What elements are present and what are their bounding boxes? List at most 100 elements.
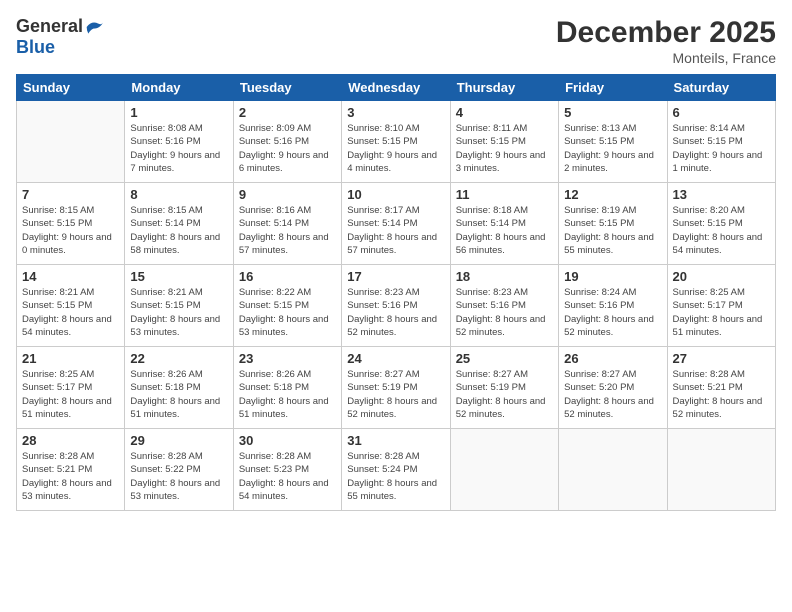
daylight-text: Daylight: 8 hours and 55 minutes. [564, 232, 654, 256]
sunset-text: Sunset: 5:16 PM [347, 300, 417, 311]
header: General Blue December 2025 Monteils, Fra… [16, 16, 776, 66]
table-row: 12Sunrise: 8:19 AMSunset: 5:15 PMDayligh… [559, 183, 667, 265]
day-info: Sunrise: 8:28 AMSunset: 5:24 PMDaylight:… [347, 450, 444, 503]
sunrise-text: Sunrise: 8:18 AM [456, 205, 528, 216]
table-row: 8 Sunrise: 8:15 AM Sunset: 5:14 PM Daylight… [125, 183, 233, 265]
day-info: Sunrise: 8:15 AM Sunset: 5:14 PM Daylight:… [130, 204, 227, 257]
day-number: 20 [673, 269, 770, 284]
col-thursday: Thursday [450, 75, 558, 101]
sunset-text: Sunset: 5:24 PM [347, 464, 417, 475]
day-info: Sunrise: 8:21 AMSunset: 5:15 PMDaylight:… [22, 286, 119, 339]
day-info: Sunrise: 8:19 AMSunset: 5:15 PMDaylight:… [564, 204, 661, 257]
sunrise-text: Sunrise: 8:25 AM [22, 369, 94, 380]
sunset-text: Sunset: 5:18 PM [239, 382, 309, 393]
day-number: 6 [673, 105, 770, 120]
col-wednesday: Wednesday [342, 75, 450, 101]
sunrise-text: Sunrise: 8:28 AM [239, 451, 311, 462]
sunrise-text: Sunrise: 8:17 AM [347, 205, 419, 216]
day-number: 25 [456, 351, 553, 366]
sunset-text: Sunset: 5:19 PM [456, 382, 526, 393]
day-number: 7 [22, 187, 119, 202]
sunset-text: Sunset: 5:16 PM [564, 300, 634, 311]
day-info: Sunrise: 8:25 AMSunset: 5:17 PMDaylight:… [22, 368, 119, 421]
title-section: December 2025 Monteils, France [556, 16, 776, 66]
table-row: 21Sunrise: 8:25 AMSunset: 5:17 PMDayligh… [17, 347, 125, 429]
sunrise-text: Sunrise: 8:25 AM [673, 287, 745, 298]
sunset-text: Sunset: 5:14 PM [347, 218, 417, 229]
sunset-text: Sunset: 5:14 PM [130, 218, 200, 229]
day-info: Sunrise: 8:28 AMSunset: 5:22 PMDaylight:… [130, 450, 227, 503]
daylight-text: Daylight: 8 hours and 54 minutes. [239, 478, 329, 502]
table-row: 14Sunrise: 8:21 AMSunset: 5:15 PMDayligh… [17, 265, 125, 347]
sunrise-text: Sunrise: 8:26 AM [239, 369, 311, 380]
table-row: 29 Sunrise: 8:28 AMSunset: 5:22 PMDayligh… [125, 429, 233, 511]
sunset-text: Sunset: 5:23 PM [239, 464, 309, 475]
sunrise-text: Sunrise: 8:28 AM [22, 451, 94, 462]
sunset-text: Sunset: 5:15 PM [673, 136, 743, 147]
day-info: Sunrise: 8:20 AMSunset: 5:15 PMDaylight:… [673, 204, 770, 257]
sunrise-text: Sunrise: 8:27 AM [564, 369, 636, 380]
day-info: Sunrise: 8:27 AMSunset: 5:19 PMDaylight:… [456, 368, 553, 421]
day-number: 23 [239, 351, 336, 366]
sunset-text: Sunset: 5:19 PM [347, 382, 417, 393]
table-row: 9Sunrise: 8:16 AMSunset: 5:14 PMDaylight… [233, 183, 341, 265]
sunrise-text: Sunrise: 8:19 AM [564, 205, 636, 216]
table-row: 5Sunrise: 8:13 AMSunset: 5:15 PMDaylight… [559, 101, 667, 183]
daylight-text: Daylight: 8 hours and 52 minutes. [347, 314, 437, 338]
day-number: 5 [564, 105, 661, 120]
sunrise-text: Sunrise: 8:20 AM [673, 205, 745, 216]
day-number: 22 [130, 351, 227, 366]
sunrise-text: Sunrise: 8:11 AM [456, 123, 528, 134]
sunrise-text: Sunrise: 8:10 AM [347, 123, 419, 134]
daylight-text: Daylight: 8 hours and 57 minutes. [239, 232, 329, 256]
day-info: Sunrise: 8:27 AMSunset: 5:20 PMDaylight:… [564, 368, 661, 421]
table-row: 4Sunrise: 8:11 AMSunset: 5:15 PMDaylight… [450, 101, 558, 183]
day-number: 2 [239, 105, 336, 120]
table-row: 7 Sunrise: 8:15 AMSunset: 5:15 PMDaylight… [17, 183, 125, 265]
table-row: 6Sunrise: 8:14 AMSunset: 5:15 PMDaylight… [667, 101, 775, 183]
day-info: Sunrise: 8:17 AMSunset: 5:14 PMDaylight:… [347, 204, 444, 257]
day-info: Sunrise: 8:25 AMSunset: 5:17 PMDaylight:… [673, 286, 770, 339]
day-info: Sunrise: 8:24 AMSunset: 5:16 PMDaylight:… [564, 286, 661, 339]
day-number: 26 [564, 351, 661, 366]
daylight-text: Daylight: 9 hours and 3 minutes. [456, 150, 546, 174]
day-info: Sunrise: 8:18 AMSunset: 5:14 PMDaylight:… [456, 204, 553, 257]
calendar-header-row: Sunday Monday Tuesday Wednesday Thursday… [17, 75, 776, 101]
daylight-text: Daylight: 8 hours and 53 minutes. [239, 314, 329, 338]
day-info: Sunrise: 8:15 AMSunset: 5:15 PMDaylight:… [22, 204, 119, 257]
daylight-text: Daylight: 8 hours and 51 minutes. [22, 396, 112, 420]
daylight-text: Daylight: 8 hours and 53 minutes. [22, 478, 112, 502]
day-number: 13 [673, 187, 770, 202]
day-number: 9 [239, 187, 336, 202]
daylight-text: Daylight: 8 hours and 58 minutes. [130, 232, 220, 256]
week-row-4: 21Sunrise: 8:25 AMSunset: 5:17 PMDayligh… [17, 347, 776, 429]
daylight-text: Daylight: 8 hours and 52 minutes. [347, 396, 437, 420]
table-row: 31Sunrise: 8:28 AMSunset: 5:24 PMDayligh… [342, 429, 450, 511]
day-info: Sunrise: 8:22 AMSunset: 5:15 PMDaylight:… [239, 286, 336, 339]
day-number: 8 [130, 187, 227, 202]
sunrise-text: Sunrise: 8:28 AM [673, 369, 745, 380]
sunrise-text: Sunrise: 8:15 AM [130, 205, 202, 216]
sunset-text: Sunset: 5:14 PM [239, 218, 309, 229]
sunset-text: Sunset: 5:15 PM [456, 136, 526, 147]
sunrise-text: Sunrise: 8:27 AM [347, 369, 419, 380]
table-row: 3Sunrise: 8:10 AMSunset: 5:15 PMDaylight… [342, 101, 450, 183]
daylight-text: Daylight: 8 hours and 52 minutes. [456, 314, 546, 338]
day-number: 11 [456, 187, 553, 202]
col-saturday: Saturday [667, 75, 775, 101]
day-info: Sunrise: 8:28 AMSunset: 5:21 PMDaylight:… [22, 450, 119, 503]
sunrise-text: Sunrise: 8:24 AM [564, 287, 636, 298]
week-row-2: 7 Sunrise: 8:15 AMSunset: 5:15 PMDaylight… [17, 183, 776, 265]
day-number: 15 [130, 269, 227, 284]
day-number: 24 [347, 351, 444, 366]
day-info: Sunrise: 8:23 AMSunset: 5:16 PMDaylight:… [347, 286, 444, 339]
day-number: 29 [130, 433, 227, 448]
table-row: 27Sunrise: 8:28 AMSunset: 5:21 PMDayligh… [667, 347, 775, 429]
daylight-text: Daylight: 8 hours and 53 minutes. [130, 478, 220, 502]
week-row-3: 14Sunrise: 8:21 AMSunset: 5:15 PMDayligh… [17, 265, 776, 347]
sunset-text: Sunset: 5:21 PM [673, 382, 743, 393]
day-number: 18 [456, 269, 553, 284]
sunrise-text: Sunrise: 8:09 AM [239, 123, 311, 134]
sunrise-text: Sunrise: 8:15 AM [22, 205, 94, 216]
sunrise-text: Sunrise: 8:26 AM [130, 369, 202, 380]
